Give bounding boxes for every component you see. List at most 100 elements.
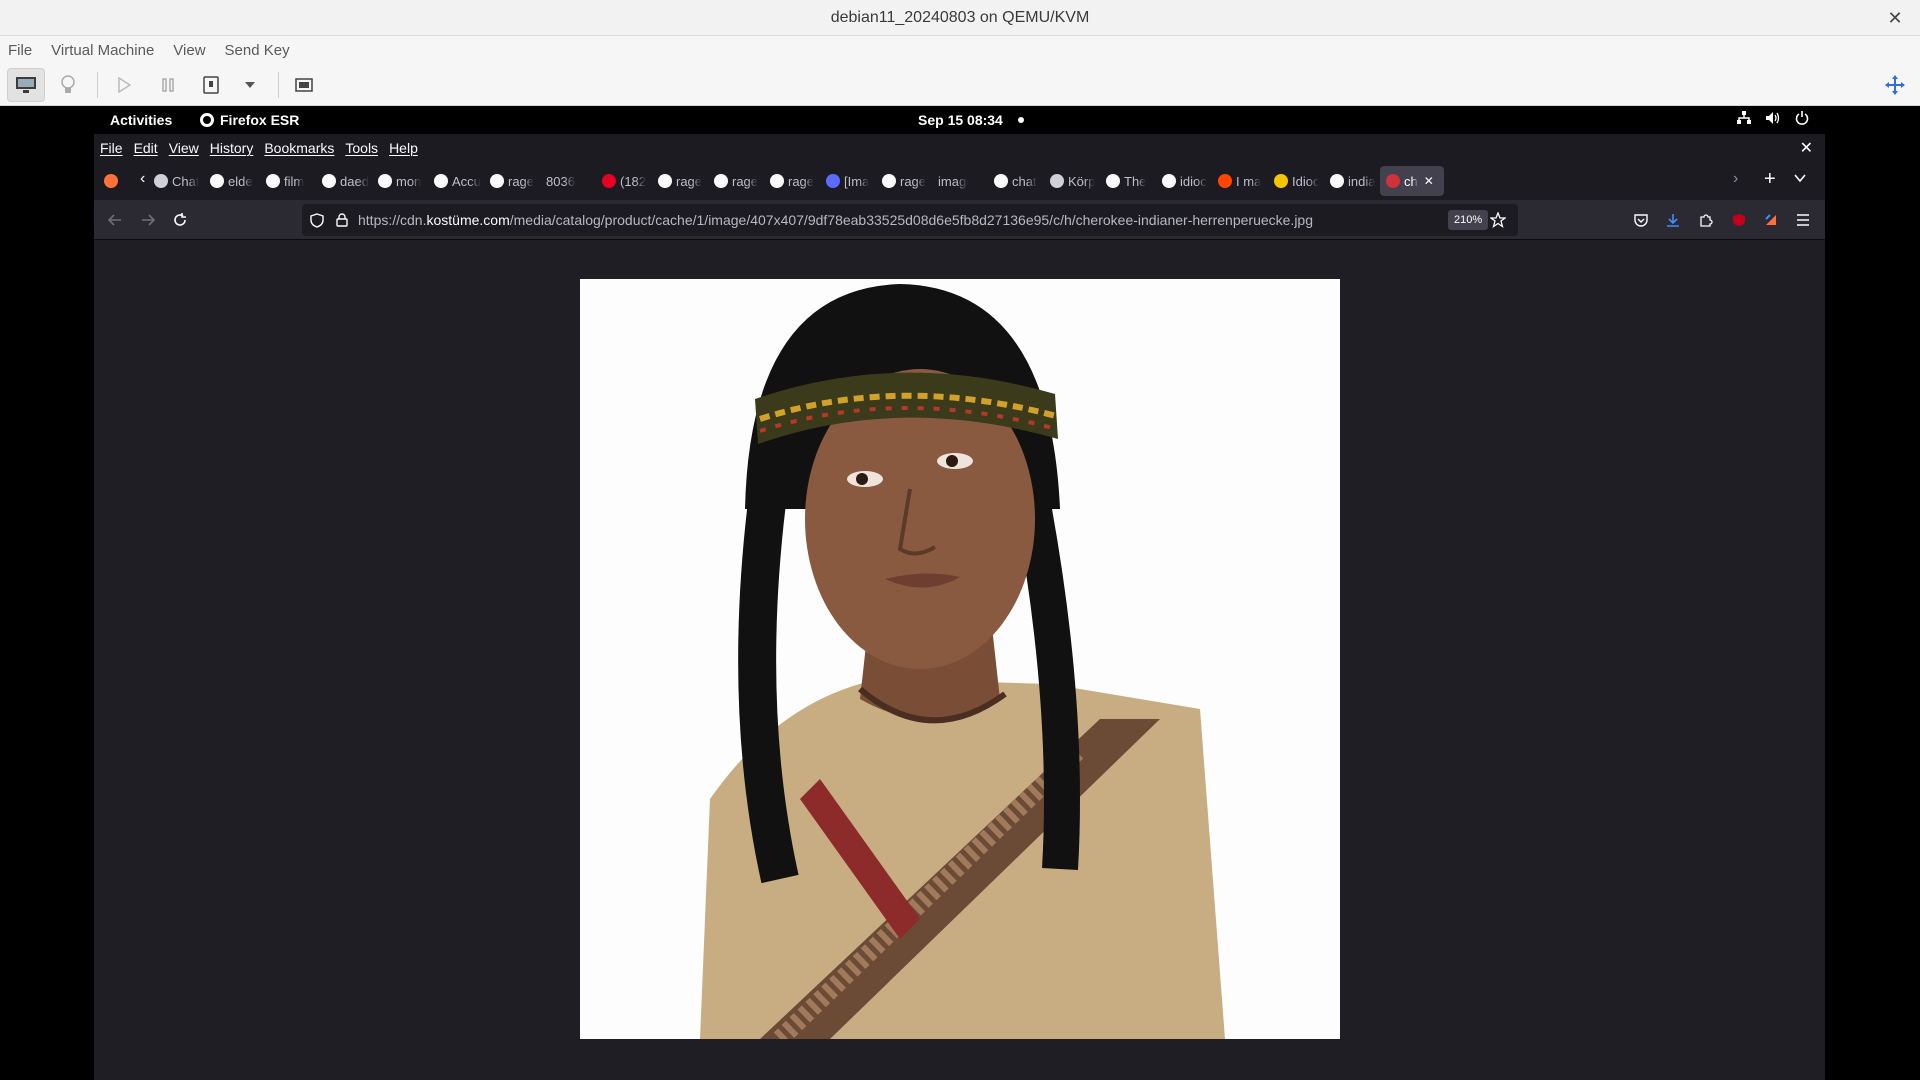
- bookmark-star-icon[interactable]: [1490, 212, 1506, 228]
- new-tab-icon[interactable]: +: [1764, 168, 1776, 191]
- tab-11[interactable]: rage: [770, 166, 822, 196]
- system-status-area[interactable]: [1737, 111, 1809, 125]
- url-path: /media/catalog/product/cache/1/image/407…: [509, 212, 1313, 228]
- lightbulb-icon: [61, 75, 75, 93]
- host-close-icon[interactable]: ✕: [1884, 7, 1906, 29]
- tab-13[interactable]: rage: [882, 166, 934, 196]
- gnome-top-bar: Activities Firefox ESR Sep 15 08:34: [94, 106, 1825, 134]
- tab-label: (182: [620, 173, 647, 189]
- tab-18[interactable]: idioc: [1162, 166, 1214, 196]
- x-icon: [434, 174, 448, 188]
- app-menu[interactable]: Firefox ESR: [200, 112, 299, 128]
- google-icon: [1330, 174, 1344, 188]
- tab-label: [Ima: [844, 173, 870, 189]
- tab-16[interactable]: Körp: [1050, 166, 1102, 196]
- tab-10[interactable]: rage: [714, 166, 766, 196]
- menu-help[interactable]: Help: [389, 140, 418, 156]
- tab-9[interactable]: rage: [658, 166, 710, 196]
- menu-tools[interactable]: Tools: [345, 140, 378, 156]
- google-icon: [266, 174, 280, 188]
- window-close-icon[interactable]: ✕: [1800, 138, 1813, 158]
- tab-1[interactable]: elde: [210, 166, 262, 196]
- tab-6[interactable]: rage: [490, 166, 542, 196]
- tab-12[interactable]: [Ima: [826, 166, 878, 196]
- ublock-origin-button[interactable]: [1728, 209, 1750, 231]
- tab-5[interactable]: Accu: [434, 166, 486, 196]
- tab-label: The: [1124, 173, 1147, 189]
- snapshots-button[interactable]: [293, 68, 317, 102]
- tab-19[interactable]: I ma: [1218, 166, 1270, 196]
- clock[interactable]: Sep 15 08:34: [918, 112, 1003, 128]
- pause-icon: [162, 78, 174, 92]
- tab-20[interactable]: Idioc: [1274, 166, 1326, 196]
- menu-file[interactable]: File: [100, 140, 123, 156]
- tab-label: daed: [340, 173, 369, 189]
- hamburger-menu-icon: [1797, 214, 1809, 226]
- fullscreen-button[interactable]: [1882, 68, 1908, 102]
- host-menu-view[interactable]: View: [173, 42, 205, 59]
- tab-21[interactable]: india: [1330, 166, 1382, 196]
- menu-bookmarks[interactable]: Bookmarks: [264, 140, 334, 156]
- details-view-button[interactable]: [56, 68, 80, 102]
- tab-22[interactable]: ch ✕: [1380, 166, 1444, 196]
- tab-7[interactable]: 80367d: [546, 166, 598, 196]
- shutdown-menu-button[interactable]: [240, 68, 260, 102]
- url-text[interactable]: https://cdn.kostüme.com/media/catalog/pr…: [358, 212, 1313, 228]
- fullscreen-icon: [1885, 75, 1905, 95]
- tab-4[interactable]: mon: [378, 166, 430, 196]
- google-icon: [994, 174, 1008, 188]
- shutdown-button[interactable]: [199, 68, 223, 102]
- arrow-left-icon: [108, 214, 121, 226]
- tracking-protection-shield-icon[interactable]: [310, 213, 324, 228]
- product-image[interactable]: [580, 279, 1340, 1039]
- downloads-button[interactable]: [1662, 209, 1684, 231]
- menu-view[interactable]: View: [169, 140, 199, 156]
- tab-label: Körp: [1068, 173, 1096, 189]
- extension-button[interactable]: [1760, 209, 1782, 231]
- guest-screen[interactable]: Activities Firefox ESR Sep 15 08:34 File…: [94, 106, 1825, 1080]
- tab-15[interactable]: chat: [994, 166, 1046, 196]
- menu-history[interactable]: History: [210, 140, 254, 156]
- firefox-icon: [200, 113, 214, 127]
- tab-17[interactable]: The: [1106, 166, 1158, 196]
- host-titlebar: debian11_20240803 on QEMU/KVM ✕: [0, 0, 1920, 36]
- google-icon: [378, 174, 392, 188]
- tab-14[interactable]: images: [938, 166, 990, 196]
- tab-label: elde: [228, 173, 253, 189]
- firefox-view-icon[interactable]: [104, 174, 118, 188]
- activities-button[interactable]: Activities: [110, 112, 172, 128]
- back-button[interactable]: [104, 209, 126, 231]
- tab-scroll-left-icon[interactable]: ‹: [140, 170, 145, 188]
- download-icon: [1667, 213, 1679, 227]
- reload-button[interactable]: [169, 209, 191, 231]
- tab-0[interactable]: Chat: [154, 166, 206, 196]
- lock-icon[interactable]: [336, 213, 348, 227]
- menu-edit[interactable]: Edit: [134, 140, 158, 156]
- list-all-tabs-icon[interactable]: [1794, 170, 1806, 188]
- pocket-button[interactable]: [1630, 209, 1652, 231]
- tab-2[interactable]: film: [266, 166, 318, 196]
- tab-8[interactable]: (182: [602, 166, 654, 196]
- volume-icon: [1766, 112, 1780, 124]
- toolbar-separator: [278, 72, 279, 98]
- tab-close-icon[interactable]: ✕: [1424, 174, 1434, 188]
- tab-scroll-right-icon[interactable]: ›: [1733, 170, 1738, 188]
- extensions-button[interactable]: [1695, 209, 1717, 231]
- run-button[interactable]: [113, 68, 135, 102]
- bookmark-icon: [1274, 174, 1288, 188]
- tab-3[interactable]: daed: [322, 166, 374, 196]
- host-menu-file[interactable]: File: [8, 42, 32, 59]
- app-menu-button[interactable]: [1792, 209, 1814, 231]
- forward-button[interactable]: [137, 209, 159, 231]
- host-menu-virtual-machine[interactable]: Virtual Machine: [51, 42, 154, 59]
- zoom-level-button[interactable]: 210%: [1448, 210, 1489, 230]
- puzzle-icon: [1700, 214, 1713, 227]
- ublock-icon: [1733, 214, 1745, 226]
- host-menu-send-key[interactable]: Send Key: [225, 42, 290, 59]
- pocket-icon: [1634, 213, 1648, 227]
- pause-button[interactable]: [157, 68, 179, 102]
- console-view-button[interactable]: [7, 68, 45, 102]
- extension-icon: [1765, 214, 1776, 225]
- url-bar[interactable]: https://cdn.kostüme.com/media/catalog/pr…: [302, 204, 1518, 236]
- page-content: [94, 240, 1825, 1080]
